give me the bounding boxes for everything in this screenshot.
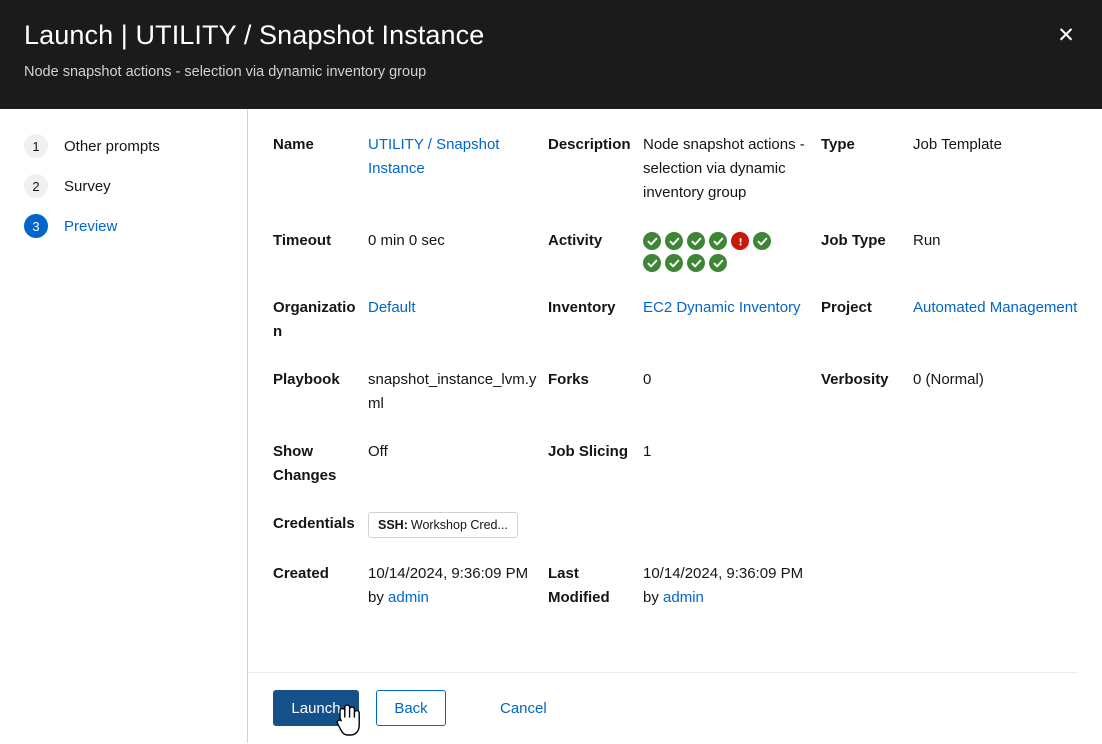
value-name: UTILITY / Snapshot Instance [368,133,548,229]
status-success-icon[interactable] [643,232,661,250]
cancel-button[interactable]: Cancel [492,690,555,726]
status-success-icon[interactable] [709,254,727,272]
label-verbosity: Verbosity [821,371,889,388]
label-forks: Forks [548,371,589,388]
label-timeout: Timeout [273,232,332,249]
label-organization: Organization [273,299,356,340]
value-project: Automated Management [913,296,1095,368]
label-credentials: Credentials [273,515,355,532]
detail-grid: Name UTILITY / Snapshot Instance Descrip… [273,133,1102,610]
value-playbook: snapshot_instance_lvm.yml [368,371,537,412]
page-title: Launch | UTILITY / Snapshot Instance [24,20,485,50]
inventory-link[interactable]: EC2 Dynamic Inventory [643,299,801,316]
spacer-cell [821,562,913,610]
close-icon[interactable]: ✕ [1048,17,1084,53]
value-timeout: 0 min 0 sec [368,232,445,249]
value-description: Node snapshot actions - selection via dy… [643,136,805,201]
status-success-icon[interactable] [687,254,705,272]
back-button[interactable]: Back [376,690,446,726]
wizard-nav: 1 Other prompts 2 Survey 3 Preview [0,109,248,743]
value-job-type: Run [913,232,941,249]
activity-status-list [643,229,787,272]
credential-chip-type: SSH: [378,518,408,532]
modal-footer: Launch Back Cancel [248,672,1078,743]
credential-chip[interactable]: SSH: Workshop Cred... [368,512,518,538]
value-inventory: EC2 Dynamic Inventory [643,296,821,368]
name-link[interactable]: UTILITY / Snapshot Instance [368,136,499,177]
spacer-cell [913,440,1095,512]
status-success-icon[interactable] [687,232,705,250]
status-success-icon[interactable] [753,232,771,250]
label-activity: Activity [548,232,603,249]
status-success-icon[interactable] [665,232,683,250]
label-type: Type [821,136,855,153]
label-name: Name [273,136,314,153]
label-created: Created [273,565,329,582]
step-number: 2 [24,174,48,198]
step-number: 3 [24,214,48,238]
wizard-step-other-prompts[interactable]: 1 Other prompts [0,134,247,158]
status-success-icon[interactable] [709,232,727,250]
value-type: Job Template [913,136,1002,153]
modal-header: Launch | UTILITY / Snapshot Instance Nod… [0,0,1102,109]
label-last-modified: Last Modified [548,565,610,606]
project-link[interactable]: Automated Management [913,299,1077,316]
status-success-icon[interactable] [643,254,661,272]
credential-chip-name: Workshop Cred... [410,518,508,532]
value-credentials: SSH: Workshop Cred... [368,512,548,562]
spacer-cell [821,512,913,562]
value-show-changes: Off [368,443,388,460]
wizard-step-survey[interactable]: 2 Survey [0,174,247,198]
label-project: Project [821,299,872,316]
launch-button[interactable]: Launch [273,690,359,726]
spacer-cell [821,440,913,512]
value-forks: 0 [643,371,652,388]
preview-detail-panel: Name UTILITY / Snapshot Instance Descrip… [248,109,1102,672]
value-verbosity: 0 (Normal) [913,371,984,388]
modal-body: 1 Other prompts 2 Survey 3 Preview Name … [0,109,1102,743]
step-label: Survey [64,177,111,195]
spacer-cell [643,512,821,562]
spacer-cell [913,562,1095,610]
created-by-user-link[interactable]: admin [388,589,429,606]
organization-link[interactable]: Default [368,299,416,316]
wizard-step-preview[interactable]: 3 Preview [0,214,247,238]
value-organization: Default [368,296,548,368]
step-number: 1 [24,134,48,158]
status-error-icon[interactable] [731,232,749,250]
value-activity [643,229,821,296]
label-inventory: Inventory [548,299,616,316]
value-created: 10/14/2024, 9:36:09 PM by admin [368,562,548,610]
spacer-cell [913,512,1095,562]
value-job-slicing: 1 [643,443,652,460]
status-success-icon[interactable] [665,254,683,272]
step-label: Other prompts [64,137,160,155]
modified-by-user-link[interactable]: admin [663,589,704,606]
label-description: Description [548,136,631,153]
page-subtitle: Node snapshot actions - selection via dy… [24,64,427,80]
label-job-slicing: Job Slicing [548,443,629,460]
spacer-cell [548,512,643,562]
label-job-type: Job Type [821,232,886,249]
step-label: Preview [64,217,118,235]
label-playbook: Playbook [273,371,340,388]
value-last-modified: 10/14/2024, 9:36:09 PM by admin [643,562,821,610]
label-show-changes: Show Changes [273,443,337,484]
